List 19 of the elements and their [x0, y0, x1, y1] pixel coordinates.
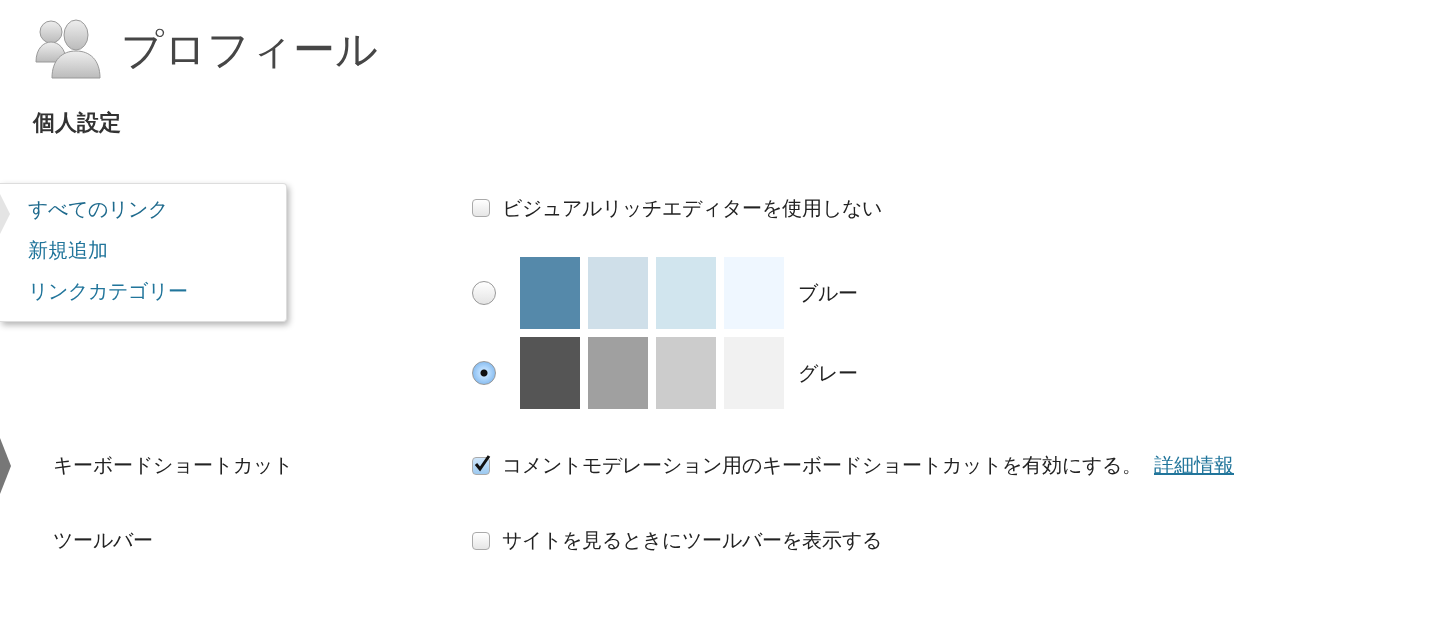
checkbox-label: サイトを見るときにツールバーを表示する [502, 528, 882, 552]
users-icon [33, 18, 101, 82]
checkbox-label: コメントモデレーション用のキーボードショートカットを有効にする。 [502, 453, 1142, 477]
checkbox[interactable] [472, 531, 490, 550]
details-link[interactable]: 詳細情報 [1154, 453, 1234, 477]
field-label: ツールバー [52, 527, 153, 554]
scheme-name: グレー [798, 359, 858, 387]
scheme-name: ブルー [798, 279, 858, 307]
checkbox[interactable] [472, 199, 490, 217]
menu-item[interactable]: 新規追加 [28, 237, 286, 264]
field-label: キーボードショートカット [52, 452, 293, 479]
checkbox[interactable] [472, 456, 490, 475]
menu-item[interactable]: すべてのリンク [28, 196, 286, 223]
checkbox-label: ビジュアルリッチエディターを使用しない [502, 195, 882, 220]
radio-button[interactable] [472, 361, 496, 385]
radio-button[interactable] [472, 281, 496, 305]
page-title: プロフィール [121, 24, 378, 76]
section-heading: 個人設定 [33, 109, 122, 137]
menu-item[interactable]: リンクカテゴリー [28, 278, 286, 305]
